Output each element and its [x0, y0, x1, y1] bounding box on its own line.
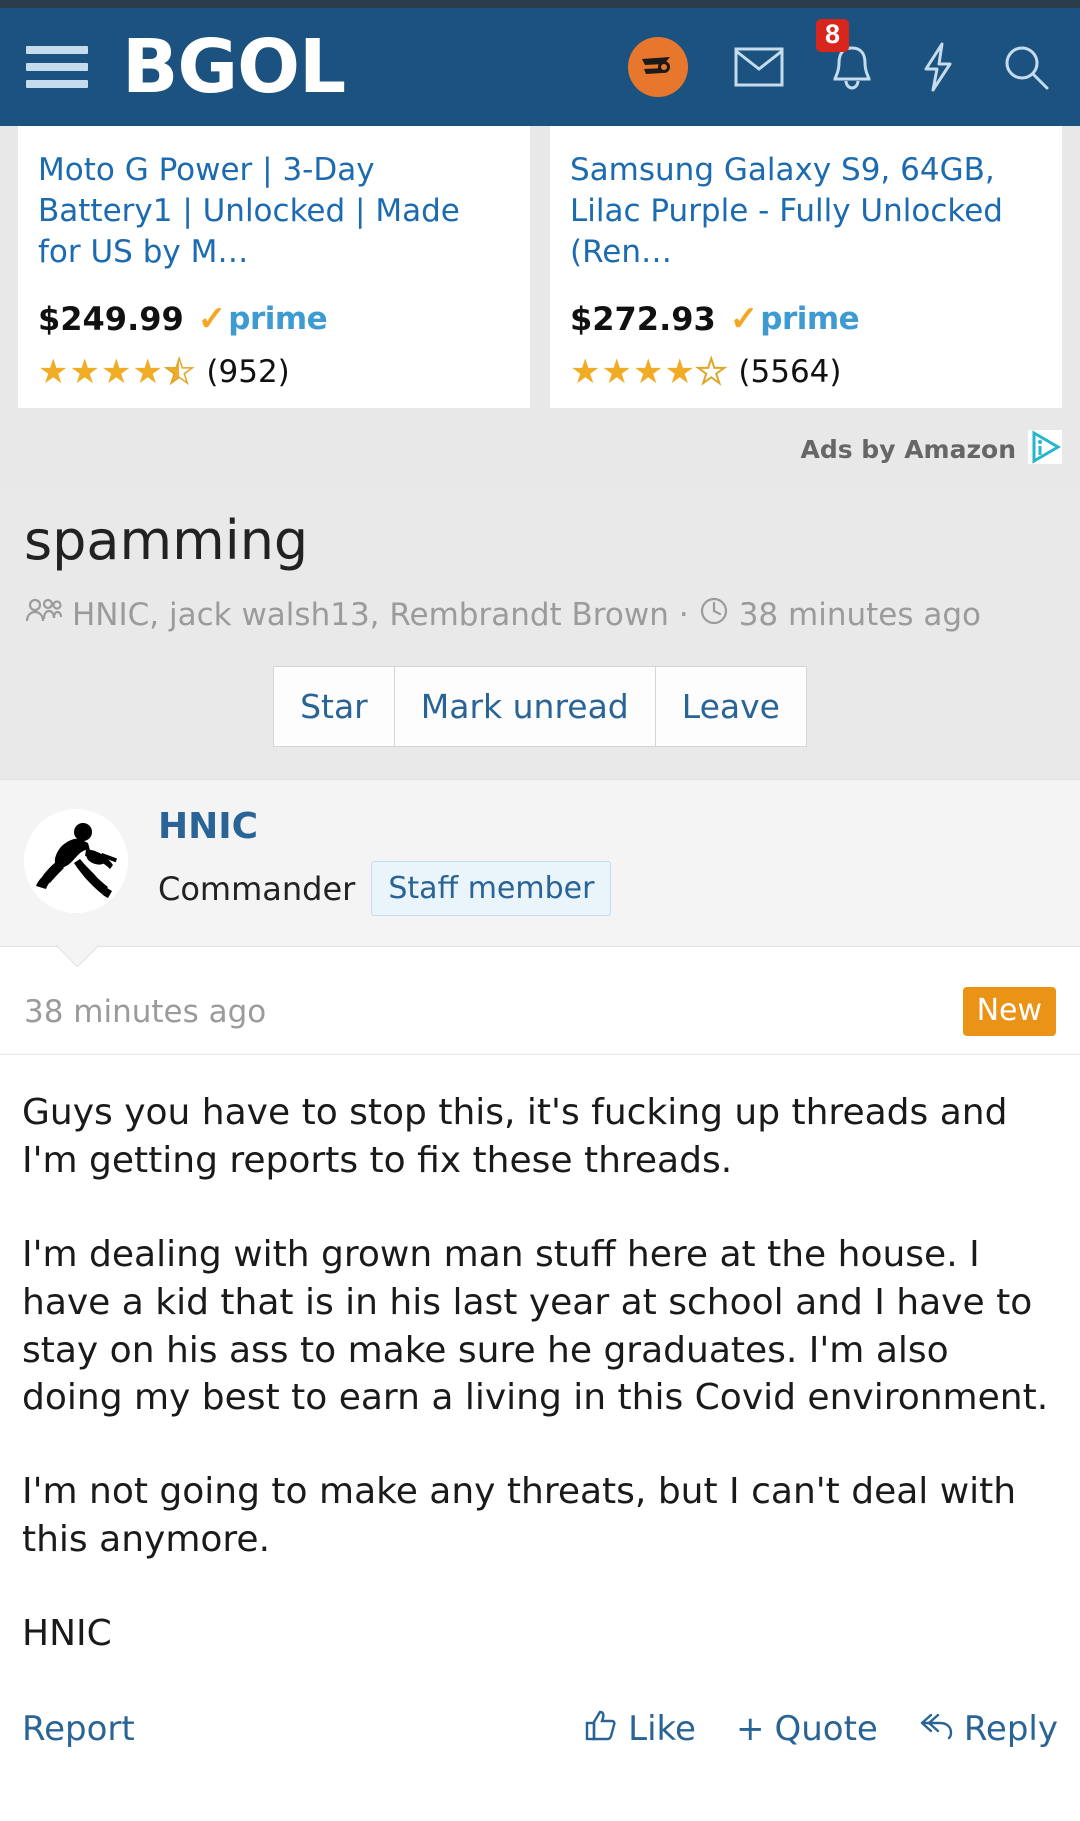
post-author-meta: Commander Staff member	[158, 861, 612, 917]
ads-attribution: Ads by Amazon	[0, 408, 1080, 489]
ad-card[interactable]: Samsung Galaxy S9, 64GB, Lilac Purple - …	[550, 126, 1062, 408]
star-icon: ★	[664, 352, 695, 391]
thread-header: spamming HNIC, jack walsh13, Rembrandt B…	[0, 488, 1080, 780]
star-icon: ★	[38, 352, 69, 391]
new-badge: New	[962, 987, 1056, 1037]
mark-unread-button[interactable]: Mark unread	[393, 666, 655, 748]
status-badge: Staff member	[371, 861, 612, 917]
post-author-name[interactable]: HNIC	[158, 806, 611, 847]
post-paragraph: I'm dealing with grown man stuff here at…	[22, 1233, 1049, 1419]
ad-rating-row: ★ ★ ★ ★ ★ (5564)	[570, 354, 1042, 390]
clock-icon	[699, 596, 729, 634]
post-user-info: HNIC Commander Staff member	[158, 806, 612, 917]
post-timestamp[interactable]: 38 minutes ago	[24, 994, 266, 1030]
thread-action-bar: Star Mark unread Leave	[24, 666, 1056, 779]
people-icon	[24, 597, 63, 633]
star-rating: ★ ★ ★ ★ ★	[570, 352, 728, 391]
envelope-icon[interactable]	[734, 45, 784, 89]
star-empty-icon: ★	[695, 352, 728, 391]
ad-review-count: (5564)	[738, 353, 842, 390]
thread-meta: HNIC, jack walsh13, Rembrandt Brown · 38…	[24, 596, 1056, 634]
post-footer-actions: Like + Quote Reply	[584, 1708, 1058, 1751]
post-body: Guys you have to stop this, it's fucking…	[0, 1055, 1080, 1658]
thread-button-group: Star Mark unread Leave	[273, 666, 807, 748]
ad-review-count: (952)	[206, 353, 290, 390]
thumbs-up-icon	[584, 1708, 618, 1751]
quote-button[interactable]: + Quote	[736, 1709, 878, 1749]
reply-label: Reply	[963, 1709, 1058, 1750]
post-container: HNIC Commander Staff member 38 minutes a…	[0, 779, 1080, 1751]
site-header: BGOL 8	[0, 8, 1080, 126]
lightning-bolt-icon[interactable]	[920, 42, 956, 92]
post-author-title: Commander	[158, 869, 356, 908]
star-icon: ★	[632, 352, 664, 391]
notification-count-badge: 8	[816, 19, 850, 52]
star-half-icon: ★	[163, 352, 195, 391]
reply-arrow-icon	[918, 1709, 954, 1749]
star-icon: ★	[69, 352, 100, 391]
status-strip	[0, 0, 1080, 8]
leave-button[interactable]: Leave	[654, 666, 807, 748]
ad-price-row: $249.99 ✓ prime	[38, 300, 510, 338]
like-button[interactable]: Like	[584, 1708, 696, 1751]
adchoices-icon[interactable]	[1028, 429, 1062, 469]
report-link[interactable]: Report	[22, 1709, 135, 1749]
plus-icon: +	[735, 1709, 765, 1750]
prime-label: prime	[760, 300, 860, 337]
reply-button[interactable]: Reply	[918, 1709, 1058, 1749]
ads-by-amazon-label: Ads by Amazon	[800, 434, 1016, 464]
bell-icon[interactable]: 8	[816, 19, 874, 91]
post-signature: HNIC	[22, 1613, 112, 1655]
site-logo[interactable]: BGOL	[122, 30, 346, 104]
prime-label: prime	[228, 300, 328, 337]
quote-label: Quote	[774, 1709, 878, 1750]
hamburger-menu-icon[interactable]	[26, 41, 88, 93]
header-icon-group: 8	[628, 19, 1050, 97]
post-footer: Report Like + Quote Reply	[0, 1692, 1080, 1751]
post-paragraph: I'm not going to make any threats, but I…	[22, 1471, 1017, 1561]
star-icon: ★	[601, 352, 632, 391]
prime-check-icon: ✓	[197, 299, 227, 338]
ad-title[interactable]: Samsung Galaxy S9, 64GB, Lilac Purple - …	[570, 150, 1042, 274]
amazon-ads-section: Moto G Power | 3-Day Battery1 | Unlocked…	[0, 126, 1080, 489]
ad-price: $272.93	[570, 299, 716, 338]
star-icon: ★	[132, 352, 163, 391]
avatar[interactable]	[24, 809, 128, 914]
prime-check-icon: ✓	[729, 299, 759, 338]
thread-participants: HNIC, jack walsh13, Rembrandt Brown	[72, 597, 669, 634]
ad-rating-row: ★ ★ ★ ★ ★ (952)	[38, 354, 510, 390]
like-label: Like	[628, 1709, 696, 1750]
ad-title[interactable]: Moto G Power | 3-Day Battery1 | Unlocked…	[38, 150, 510, 274]
post-user-header: HNIC Commander Staff member	[0, 779, 1080, 948]
ad-price-row: $272.93 ✓ prime	[570, 300, 1042, 338]
prime-badge: ✓ prime	[197, 299, 328, 338]
page-title: spamming	[24, 508, 309, 572]
star-rating: ★ ★ ★ ★ ★	[38, 352, 195, 391]
ad-card[interactable]: Moto G Power | 3-Day Battery1 | Unlocked…	[18, 126, 530, 408]
thread-time: 38 minutes ago	[738, 597, 981, 634]
meta-separator: ·	[678, 597, 689, 634]
ad-price: $249.99	[38, 299, 184, 338]
search-icon[interactable]	[1002, 43, 1050, 91]
post-time-row: 38 minutes ago New	[0, 947, 1080, 1056]
ad-card-row: Moto G Power | 3-Day Battery1 | Unlocked…	[0, 126, 1080, 408]
running-guitarist-silhouette-icon	[24, 809, 128, 914]
star-button[interactable]: Star	[273, 666, 394, 748]
prime-badge: ✓ prime	[729, 299, 860, 338]
star-icon: ★	[100, 352, 132, 391]
post-paragraph: Guys you have to stop this, it's fucking…	[22, 1092, 1008, 1181]
flyers-avatar-icon[interactable]	[628, 37, 688, 97]
star-icon: ★	[570, 352, 601, 391]
